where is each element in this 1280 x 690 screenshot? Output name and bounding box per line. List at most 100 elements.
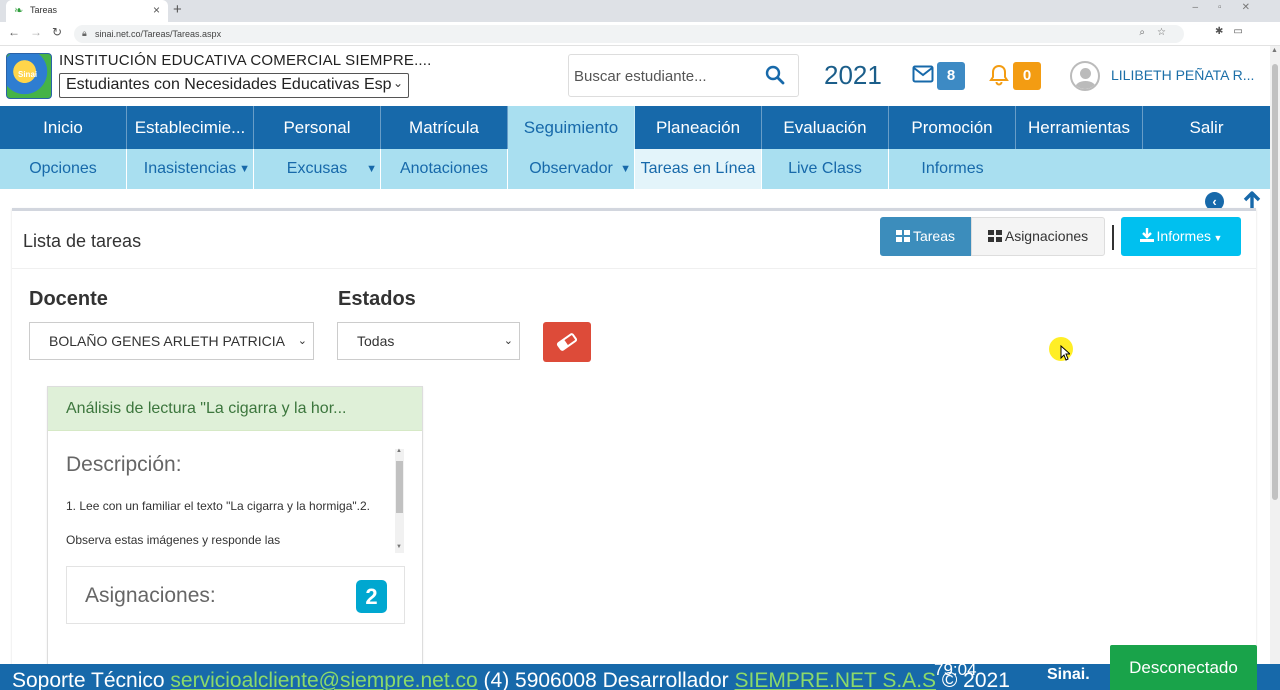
school-logo: Sinai	[6, 53, 52, 99]
nav-item-personal[interactable]: Personal	[254, 106, 381, 149]
nav-item-promocion[interactable]: Promoción	[889, 106, 1016, 149]
support-phone: (4) 5906008	[483, 669, 597, 690]
institution-name: INSTITUCIÓN EDUCATIVA COMERCIAL SIEMPRE.…	[59, 52, 432, 69]
docente-label: Docente	[29, 288, 108, 310]
url-bar[interactable]: 🔒︎ sinai.net.co/Tareas/Tareas.aspx ⌕☆	[74, 25, 1184, 43]
chevron-down-icon: ⌄	[392, 76, 403, 90]
caret-down-icon: ▼	[366, 163, 377, 175]
mail-icon[interactable]	[912, 65, 934, 83]
bell-icon[interactable]	[988, 64, 1010, 86]
assignments-box[interactable]: Asignaciones: 2	[66, 566, 405, 624]
assignments-count-badge[interactable]: 2	[356, 580, 387, 613]
scroll-up-icon[interactable]: ▲	[396, 448, 402, 454]
sub-nav: Opciones Inasistencias ▼ Excusas ▼ Anotaci…	[0, 149, 1270, 189]
avatar-body	[1075, 81, 1096, 89]
informes-dropdown-button[interactable]: Informes ▼	[1121, 217, 1241, 256]
asignaciones-button[interactable]: Asignaciones	[971, 217, 1105, 256]
lock-icon: 🔒︎	[82, 28, 87, 38]
caret-down-icon: ▼	[239, 163, 250, 175]
footer: Soporte Técnico servicioalcliente@siempr…	[0, 664, 1280, 690]
subnav-label: Tareas en Línea	[640, 160, 756, 177]
eraser-icon	[556, 333, 578, 351]
tareas-button[interactable]: Tareas	[880, 217, 971, 256]
subnav-item-live-class[interactable]: Live Class	[762, 149, 889, 189]
forward-arrow-icon[interactable]: →	[30, 25, 42, 39]
back-arrow-icon[interactable]: ←	[8, 25, 20, 39]
subnav-item-observador[interactable]: Observador ▼	[508, 149, 635, 189]
subnav-item-opciones[interactable]: Opciones	[0, 149, 127, 189]
chevron-down-icon: ⌄	[297, 335, 307, 347]
search-icon[interactable]	[764, 64, 786, 86]
nav-item-establecimiento[interactable]: Establecimie...	[127, 106, 254, 149]
support-email-link[interactable]: servicioalcliente@siempre.net.co	[170, 669, 477, 690]
zoom-and-star-icon[interactable]: ⌕☆	[1139, 27, 1178, 38]
scroll-up-icon[interactable]: ▲	[1271, 47, 1278, 54]
notifications-badge[interactable]: 0	[1013, 62, 1041, 90]
browser-tab[interactable]: ❧ Tareas ×	[6, 0, 168, 22]
description-scrollbar-thumb[interactable]	[396, 461, 403, 513]
avatar[interactable]	[1070, 61, 1100, 91]
task-title[interactable]: Análisis de lectura "La cigarra y la hor…	[66, 400, 346, 418]
scroll-down-icon[interactable]: ▼	[396, 544, 402, 550]
developer-link[interactable]: SIEMPRE.NET S.A.S	[735, 669, 937, 690]
nav-item-planeacion[interactable]: Planeación	[635, 106, 762, 149]
tab-title: Tareas	[30, 5, 58, 15]
connection-status-button[interactable]: Desconectado	[1110, 645, 1257, 690]
group-select[interactable]: Estudiantes con Necesidades Educativas E…	[59, 73, 409, 98]
browser-addressbar: ← → ↻ 🔒︎ sinai.net.co/Tareas/Tareas.aspx…	[0, 22, 1280, 46]
subnav-item-anotaciones[interactable]: Anotaciones	[381, 149, 508, 189]
nav-item-evaluacion[interactable]: Evaluación	[762, 106, 889, 149]
avatar-head	[1080, 68, 1091, 79]
docente-select[interactable]: BOLAÑO GENES ARLETH PATRICIA ⌄	[29, 322, 314, 360]
subnav-label: Inasistencias	[143, 160, 237, 177]
description-box: Descripción: 1. Lee con un familiar el t…	[66, 449, 406, 553]
main-nav: Inicio Establecimie... Personal Matrícul…	[0, 106, 1270, 149]
page-scrollbar-thumb[interactable]	[1272, 64, 1278, 500]
estados-select[interactable]: Todas ⌄	[337, 322, 520, 360]
group-select-value: Estudiantes con Necesidades Educativas E…	[66, 76, 392, 93]
support-label: Soporte Técnico	[12, 669, 165, 690]
session-timer: 79:04	[934, 664, 977, 679]
subnav-item-inasistencias[interactable]: Inasistencias ▼	[127, 149, 254, 189]
description-text: 1. Lee con un familiar el texto "La ciga…	[66, 499, 371, 547]
messages-badge[interactable]: 8	[937, 62, 965, 90]
subnav-label: Opciones	[29, 160, 97, 177]
subnav-item-excusas[interactable]: Excusas ▼	[254, 149, 381, 189]
description-label: Descripción:	[66, 453, 182, 476]
logo-text: Sinai	[18, 70, 38, 79]
url-text: sinai.net.co/Tareas/Tareas.aspx	[95, 29, 222, 39]
caret-down-icon: ▼	[620, 163, 631, 175]
task-card: Análisis de lectura "La cigarra y la hor…	[47, 386, 423, 676]
divider	[1112, 225, 1114, 250]
school-year[interactable]: 2021	[824, 60, 882, 91]
nav-item-inicio[interactable]: Inicio	[0, 106, 127, 149]
footer-logo: Sinai.	[1047, 666, 1090, 683]
subnav-label: Excusas	[286, 160, 348, 177]
nav-item-matricula[interactable]: Matrícula	[381, 106, 508, 149]
browser-tabstrip: ❧ Tareas × + –▫✕	[0, 0, 1280, 22]
nav-item-seguimiento[interactable]: Seguimiento	[508, 106, 635, 149]
assignments-label: Asignaciones:	[85, 584, 216, 607]
student-search	[568, 54, 799, 97]
sinai-favicon-icon: ❧	[14, 5, 24, 17]
caret-down-icon: ▼	[1211, 233, 1223, 243]
window-controls[interactable]: –▫✕	[1193, 2, 1271, 13]
nav-item-herramientas[interactable]: Herramientas	[1016, 106, 1143, 149]
subnav-item-informes[interactable]: Informes	[889, 149, 1016, 189]
tareas-button-label: Tareas	[912, 228, 956, 244]
user-name[interactable]: LILIBETH PEÑATA R...	[1111, 67, 1254, 83]
download-icon	[1139, 228, 1154, 242]
subnav-item-tareas-en-linea[interactable]: Tareas en Línea	[635, 149, 762, 189]
task-card-header[interactable]: Análisis de lectura "La cigarra y la hor…	[48, 387, 422, 431]
new-tab-icon[interactable]: +	[173, 1, 182, 18]
subnav-label: Anotaciones	[399, 160, 489, 177]
close-icon[interactable]: ×	[153, 3, 160, 17]
reload-icon[interactable]: ↻	[52, 25, 62, 39]
subnav-label: Observador	[529, 160, 613, 177]
informes-button-label: Informes	[1156, 228, 1212, 244]
search-input[interactable]	[574, 65, 759, 87]
subnav-label: Informes	[921, 160, 984, 177]
extensions-icon[interactable]: ✱▭	[1215, 26, 1253, 37]
clear-filters-button[interactable]	[543, 322, 591, 362]
nav-item-salir[interactable]: Salir	[1143, 106, 1270, 149]
